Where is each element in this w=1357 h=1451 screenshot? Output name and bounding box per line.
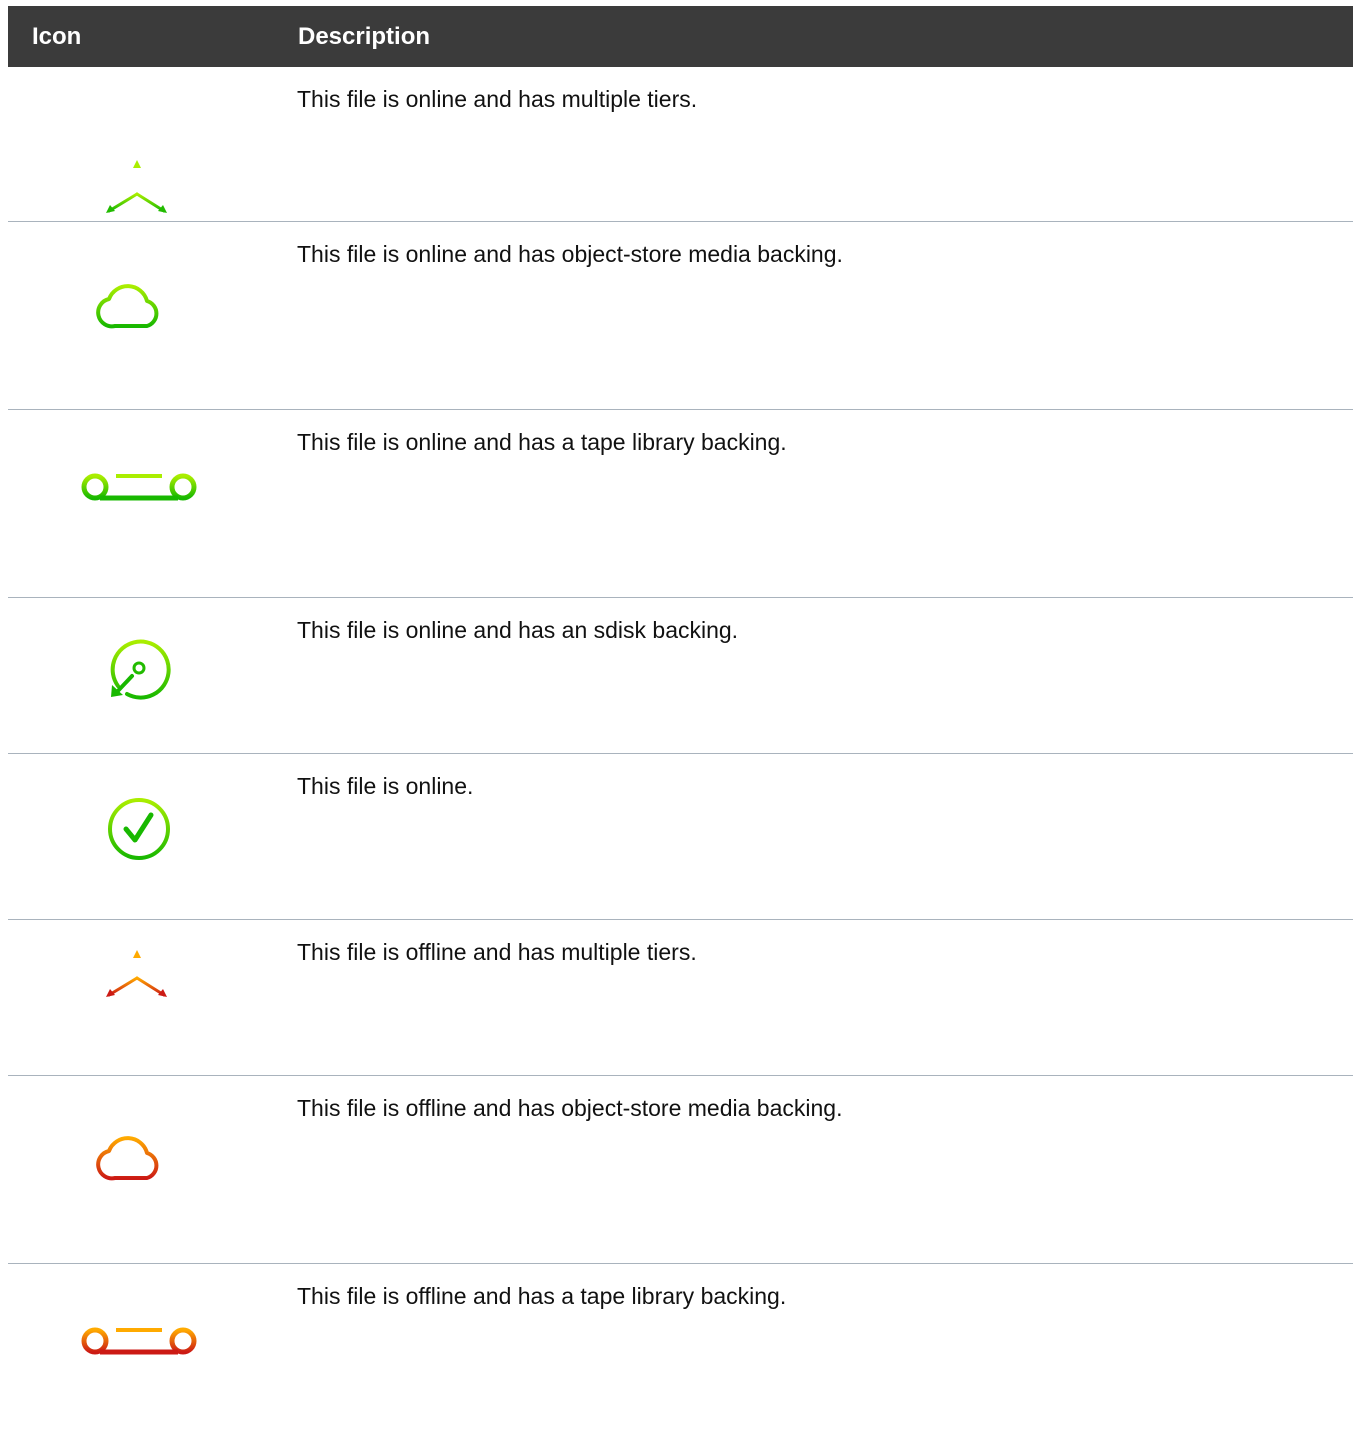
multi-tier-offline-icon [8,920,274,1075]
row-description: This file is online and has multiple tie… [297,86,698,112]
multi-tier-online-icon [8,67,274,221]
row-description: This file is offline and has a tape libr… [297,1283,787,1309]
table-row: This file is online and has object-store… [8,222,1353,410]
table-row: This file is online. [8,754,1353,920]
table-row: This file is online and has a tape libra… [8,410,1353,598]
row-description: This file is offline and has object-stor… [297,1095,843,1121]
sdisk-online-icon [8,598,274,753]
row-description: This file is online and has an sdisk bac… [297,617,739,643]
table-row: This file is offline and has multiple ti… [8,920,1353,1076]
row-description: This file is online and has object-store… [297,241,843,267]
table-header: Icon Description [8,6,1353,67]
table-row: This file is online and has multiple tie… [8,67,1353,222]
check-online-icon [8,754,274,919]
row-description: This file is online and has a tape libra… [297,429,787,455]
cloud-offline-icon [8,1076,274,1263]
tape-online-icon [8,410,274,597]
tape-offline-icon [8,1264,274,1451]
header-description-label: Description [298,23,431,50]
row-description: This file is online. [297,773,474,799]
table-row: This file is offline and has object-stor… [8,1076,1353,1264]
table-row: This file is online and has an sdisk bac… [8,598,1353,754]
icon-legend-table: Icon Description This file is online and… [8,6,1353,1451]
cloud-online-icon [8,222,274,409]
header-icon-label: Icon [32,23,82,50]
row-description: This file is offline and has multiple ti… [297,939,697,965]
table-row: This file is offline and has a tape libr… [8,1264,1353,1451]
